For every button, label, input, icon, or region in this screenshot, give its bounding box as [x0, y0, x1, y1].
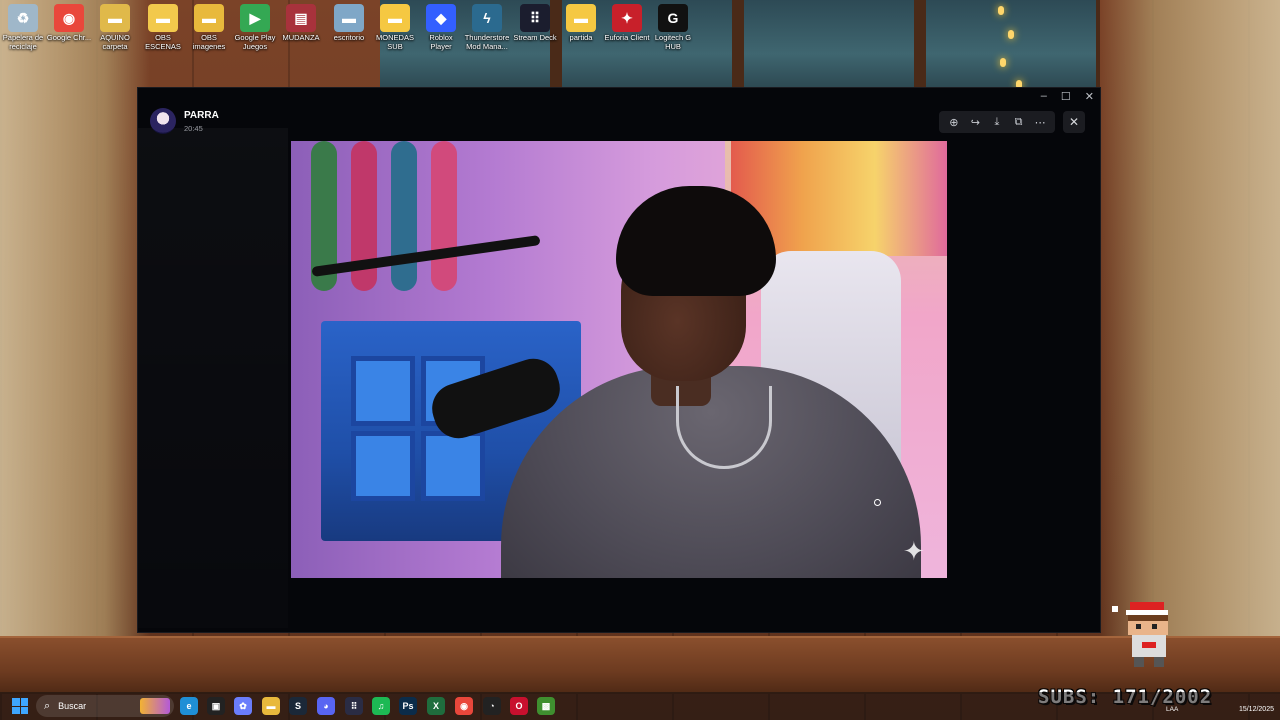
folder-partida-glyph-icon: ▬: [566, 4, 596, 32]
google-play-games-glyph-icon: ▶: [240, 4, 270, 32]
search-placeholder: Buscar: [58, 701, 87, 711]
window-controls: – ☐ ✕: [1041, 90, 1094, 103]
wallpaper-curtain-left: [0, 0, 150, 690]
desktop-icon-label: Papelera de reciclaje: [2, 33, 44, 51]
window-close-button[interactable]: ✕: [1085, 90, 1094, 103]
folder-obs-escenas-icon[interactable]: ▬ OBS ESCENAS: [140, 2, 186, 51]
avatar[interactable]: [150, 108, 176, 134]
desktop-icon-label: MUDANZA: [282, 33, 320, 42]
desktop-icon-label: Thunderstore Mod Mana...: [464, 33, 510, 51]
roblox-glyph-icon: ◆: [426, 4, 456, 32]
desktop-icon-label: AQUINO carpeta: [100, 33, 130, 51]
author-name[interactable]: PARRA: [184, 110, 219, 121]
desktop-icon-label: OBS imagenes: [192, 33, 226, 51]
desktop-icon-label: Roblox Player: [429, 33, 453, 51]
folder-monedas-icon[interactable]: ▬ MONEDAS SUB: [372, 2, 418, 51]
folder-monedas-glyph-icon: ▬: [380, 4, 410, 32]
taskbar-spotify-icon[interactable]: ♫: [372, 697, 390, 715]
media-toolbar: ⊕ ↪ ⤓ ⧉ ⋯: [939, 111, 1055, 133]
logitech-ghub-icon[interactable]: G Logitech G HUB: [650, 2, 696, 51]
desktop-icon-label: Logitech G HUB: [654, 33, 692, 51]
forward-icon[interactable]: ↪: [967, 116, 983, 129]
viewer-background-app: [138, 128, 288, 628]
more-options-icon[interactable]: ⋯: [1032, 116, 1048, 129]
folder-aquino-icon[interactable]: ▬ AQUINO carpeta: [92, 2, 138, 51]
system-tray: 15/12/2025: [1239, 695, 1274, 715]
wallpaper-string-lights: [990, 0, 1030, 90]
euforia-client-glyph-icon: ✦: [612, 4, 642, 32]
taskbar-steam-icon[interactable]: S: [289, 697, 307, 715]
desktop-icon-label: escritorio: [333, 33, 365, 42]
folder-obs-escenas-glyph-icon: ▬: [148, 4, 178, 32]
zoom-icon[interactable]: ⊕: [946, 116, 962, 129]
taskbar: ⌕ Buscar e ▣ ✿ ▬ S ◕ ⠿ ♫ Ps X ◉ ◔ O ▩ 15/12/2025: [0, 692, 1280, 720]
close-viewer-button[interactable]: ✕: [1063, 111, 1085, 133]
mouse-cursor: [874, 499, 881, 506]
message-timestamp: 20:45: [184, 124, 203, 133]
tray-date[interactable]: 15/12/2025: [1239, 705, 1274, 715]
taskbar-roblox-studio-icon[interactable]: ▣: [207, 697, 225, 715]
wallpaper-curtain-right: [1100, 0, 1280, 690]
open-in-browser-icon[interactable]: ⧉: [1011, 116, 1027, 129]
thunderstore-icon[interactable]: ϟ Thunderstore Mod Mana...: [464, 2, 510, 51]
taskbar-file-explorer-icon[interactable]: ▬: [262, 697, 280, 715]
desktop-icon-label: Stream Deck: [513, 33, 557, 42]
taskbar-chrome-icon[interactable]: ◉: [455, 697, 473, 715]
taskbar-copilot-icon[interactable]: ✿: [234, 697, 252, 715]
folder-obs-imagenes-icon[interactable]: ▬ OBS imagenes: [186, 2, 232, 51]
taskbar-edge-icon[interactable]: e: [180, 697, 198, 715]
desktop-icon-label: MONEDAS SUB: [376, 33, 414, 51]
taskbar-search[interactable]: ⌕ Buscar: [36, 695, 174, 717]
chrome-icon[interactable]: ◉ Google Chr...: [46, 2, 92, 42]
chrome-glyph-icon: ◉: [54, 4, 84, 32]
desktop-icon-label: Google Play Juegos: [234, 33, 276, 51]
desktop-icon-label: partida: [569, 33, 593, 42]
maximize-button[interactable]: ☐: [1061, 90, 1071, 103]
media-viewer: – ☐ ✕ PARRA 20:45 ⊕ ↪ ⤓ ⧉ ⋯ ✕ ✦: [138, 88, 1100, 632]
logitech-ghub-glyph-icon: G: [658, 4, 688, 32]
keyboard-language[interactable]: LAA: [1166, 706, 1178, 713]
taskbar-github-icon[interactable]: ◔: [483, 697, 501, 715]
recycle-bin-glyph-icon: ♻: [8, 4, 38, 32]
taskbar-photoshop-icon[interactable]: Ps: [399, 697, 417, 715]
taskbar-stream-deck-icon[interactable]: ⠿: [345, 697, 363, 715]
pixel-mascot: [1112, 598, 1196, 676]
start-button[interactable]: [12, 698, 28, 714]
recycle-bin-icon[interactable]: ♻ Papelera de reciclaje: [0, 2, 46, 51]
desktop-icon-label: Google Chr...: [46, 33, 92, 42]
taskbar-discord-icon[interactable]: ◕: [317, 697, 335, 715]
folder-obs-imagenes-glyph-icon: ▬: [194, 4, 224, 32]
folder-escritorio-glyph-icon: ▬: [334, 4, 364, 32]
minimize-button[interactable]: –: [1041, 90, 1047, 103]
stream-deck-icon[interactable]: ⠿ Stream Deck: [512, 2, 558, 42]
search-icon: ⌕: [44, 699, 51, 712]
desktop-icon-label: Euforia Client: [604, 33, 650, 42]
download-icon[interactable]: ⤓: [989, 116, 1005, 129]
sparkle-icon: ✦: [903, 536, 925, 566]
folder-escritorio-icon[interactable]: ▬ escritorio: [326, 2, 372, 42]
media-image[interactable]: ✦: [291, 141, 947, 578]
taskbar-opera-icon[interactable]: O: [510, 697, 528, 715]
roblox-icon[interactable]: ◆ Roblox Player: [418, 2, 464, 51]
folder-partida-icon[interactable]: ▬ partida: [558, 2, 604, 42]
winrar-glyph-icon: ▤: [286, 4, 316, 32]
taskbar-excel-icon[interactable]: X: [427, 697, 445, 715]
folder-aquino-glyph-icon: ▬: [100, 4, 130, 32]
desktop-icon-label: OBS ESCENAS: [145, 33, 181, 51]
winrar-icon[interactable]: ▤ MUDANZA: [278, 2, 324, 42]
stream-deck-glyph-icon: ⠿: [520, 4, 550, 32]
taskbar-minecraft-icon[interactable]: ▩: [537, 697, 555, 715]
search-highlight-badge[interactable]: [140, 698, 170, 714]
thunderstore-glyph-icon: ϟ: [472, 4, 502, 32]
google-play-games-icon[interactable]: ▶ Google Play Juegos: [232, 2, 278, 51]
euforia-client-icon[interactable]: ✦ Euforia Client: [604, 2, 650, 42]
